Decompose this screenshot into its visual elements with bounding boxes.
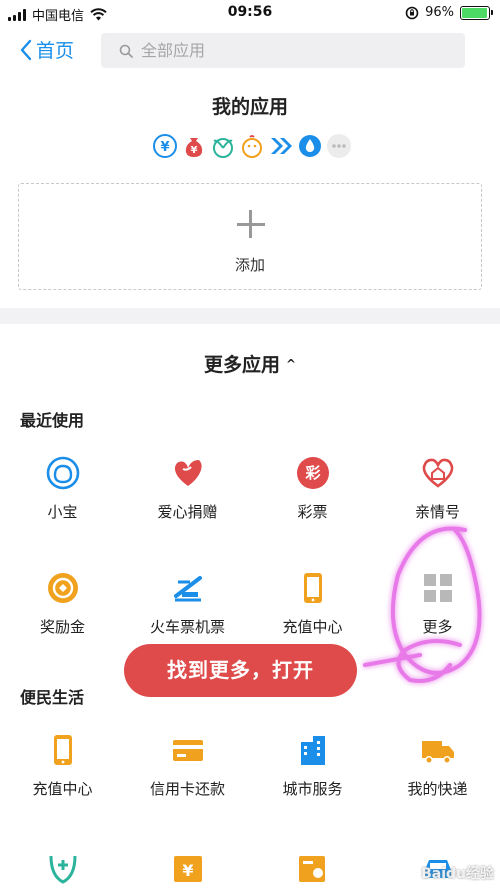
my-apps-icon-strip[interactable]: ¥ ¥	[152, 133, 352, 159]
chevron-left-icon	[20, 39, 32, 60]
back-button[interactable]: 首页	[20, 36, 74, 63]
train-plane-icon	[174, 576, 202, 602]
life-row-1: 充值中心 信用卡还款 城市服务 我的快递	[0, 732, 500, 812]
bill-icon	[299, 856, 325, 882]
yuan-circle-icon: ¥	[152, 133, 178, 159]
caret-up-icon: ^	[285, 357, 297, 371]
money-bag-icon: ¥	[181, 133, 207, 159]
back-label: 首页	[36, 40, 75, 62]
search-box[interactable]	[101, 33, 465, 68]
reward-coin-icon	[48, 573, 78, 603]
rotation-lock-icon	[405, 6, 419, 19]
app-label: 火车票机票	[149, 618, 225, 636]
more-dots-icon	[326, 133, 352, 159]
svg-text:¥: ¥	[182, 861, 193, 880]
plus-icon	[236, 210, 266, 240]
app-xiaobao[interactable]: 小宝	[0, 455, 125, 535]
app-bill[interactable]	[250, 850, 375, 889]
add-app-box[interactable]: 添加	[18, 183, 482, 290]
app-qinqinghao[interactable]: 亲情号	[375, 455, 500, 535]
app-label: 信用卡还款	[149, 780, 225, 798]
more-apps-title[interactable]: 更多应用 ^	[0, 350, 500, 377]
app-caipiao[interactable]: 彩 彩票	[250, 455, 375, 535]
app-label: 我的快递	[407, 780, 468, 798]
lottery-icon-char: 彩	[305, 464, 321, 482]
app-label: 充值中心	[32, 780, 93, 798]
section-title-life: 便民生活	[20, 688, 85, 707]
app-aixin-juanzeng[interactable]: 爱心捐赠	[125, 455, 250, 535]
app-label: 城市服务	[282, 780, 343, 798]
heart-leaf-icon	[174, 460, 202, 486]
double-arrow-icon	[268, 133, 294, 159]
grid-more-icon	[424, 574, 452, 602]
app-chengshi-fuwu[interactable]: 城市服务	[250, 732, 375, 812]
recent-row-1: 小宝 爱心捐赠 彩 彩票 亲情号	[0, 455, 500, 535]
more-apps-title-text: 更多应用	[203, 354, 280, 376]
medical-shield-icon	[49, 855, 77, 884]
app-huochepiao-jipiao[interactable]: 火车票机票	[125, 570, 250, 650]
chick-icon	[239, 133, 265, 159]
app-label: 爱心捐赠	[157, 503, 218, 521]
app-label: 充值中心	[282, 618, 343, 636]
app-label: 奖励金	[39, 618, 85, 636]
app-label: 更多	[422, 618, 453, 636]
hint-tooltip: 找到更多，打开	[124, 644, 357, 697]
app-gengduo[interactable]: 更多	[375, 570, 500, 650]
app-health[interactable]	[0, 850, 125, 889]
watermark: Baidu经验	[421, 866, 494, 882]
status-bar: 中国电信 09:56 96%	[0, 0, 500, 26]
app-chongzhi-zhongxin[interactable]: 充值中心	[250, 570, 375, 650]
section-divider	[0, 308, 500, 324]
battery-percent: 96%	[425, 5, 454, 20]
svg-text:¥: ¥	[191, 145, 198, 156]
phone-topup-icon	[304, 573, 322, 603]
recent-row-2: 奖励金 火车票机票 充值中心 更多	[0, 570, 500, 650]
xiaobao-icon	[46, 456, 80, 490]
my-apps-title: 我的应用	[211, 96, 288, 118]
app-wode-kuaidi[interactable]: 我的快递	[375, 732, 500, 812]
water-drop-icon	[297, 133, 323, 159]
city-building-icon	[301, 736, 325, 765]
section-title-recent: 最近使用	[20, 411, 85, 430]
search-icon	[119, 44, 133, 58]
app-chongzhi-zhongxin-2[interactable]: 充值中心	[0, 732, 125, 812]
app-label: 小宝	[47, 503, 78, 521]
phone-topup-icon	[54, 735, 72, 765]
app-label: 亲情号	[414, 503, 460, 521]
leaf-sprout-icon	[210, 133, 236, 159]
add-label: 添加	[234, 256, 265, 274]
status-right: 96%	[405, 5, 493, 20]
app-label: 彩票	[297, 503, 328, 521]
search-input[interactable]	[141, 41, 441, 60]
svg-text:¥: ¥	[160, 140, 169, 155]
app-jiangli-jin[interactable]: 奖励金	[0, 570, 125, 650]
yuan-card-icon: ¥	[174, 856, 202, 882]
nav-bar: 首页	[0, 26, 500, 76]
battery-icon	[460, 5, 493, 20]
family-heart-icon	[422, 458, 454, 488]
credit-card-icon	[173, 740, 203, 761]
app-xinyongka-huankuan[interactable]: 信用卡还款	[125, 732, 250, 812]
app-finance[interactable]: ¥	[125, 850, 250, 889]
delivery-truck-icon	[422, 741, 454, 764]
